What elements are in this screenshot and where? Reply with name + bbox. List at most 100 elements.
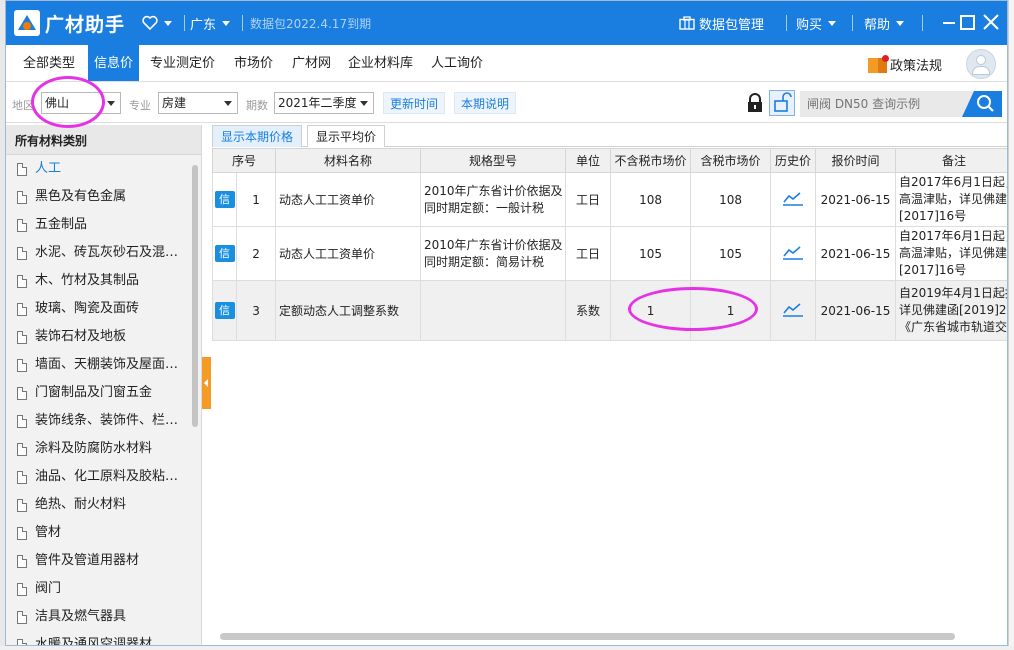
divider <box>786 15 787 31</box>
table-header-row: 序号 材料名称 规格型号 单位 不含税市场价 含税市场价 历史价 报价时间 备注 <box>212 148 1007 173</box>
buy-menu[interactable]: 购买 <box>796 1 837 45</box>
sidebar-scrollbar[interactable] <box>192 165 198 427</box>
material-name: 动态人工工资单价 <box>275 226 422 281</box>
price-inc-tax: 108 <box>690 172 772 227</box>
note-line: 《广东省城市轨道交 <box>899 320 1008 334</box>
search-input[interactable] <box>800 91 960 117</box>
filter-bar: 地区 佛山 专业 房建 期数 2021年二季度 更新时间 本期说明 <box>6 83 1007 123</box>
sidebar-item[interactable]: 油品、化工原料及胶粘… <box>6 463 190 491</box>
sidebar-item[interactable]: 五金制品 <box>6 211 190 239</box>
note-line: 高温津贴，详见佛建 <box>899 192 1008 206</box>
note-line: 详见佛建函[2019]23 <box>899 303 1008 317</box>
avatar[interactable] <box>966 49 996 79</box>
policy-link[interactable]: 政策法规 <box>868 53 942 75</box>
sidebar-item[interactable]: 阀门 <box>6 575 190 603</box>
document-icon <box>17 471 27 484</box>
sidebar-item-label: 洁具及燃气器具 <box>35 609 127 624</box>
sidebar-item[interactable]: 人工 <box>6 155 190 183</box>
sidebar-item[interactable]: 装饰线条、装饰件、栏… <box>6 407 190 435</box>
chevron-down-icon <box>164 20 172 26</box>
divider <box>184 15 185 31</box>
data-pack-expiry: 数据包2022.4.17到期 <box>250 16 372 31</box>
document-icon <box>17 527 27 540</box>
divider <box>242 15 243 31</box>
document-icon <box>17 219 27 232</box>
material-name: 定额动态人工调整系数 <box>275 280 422 341</box>
document-icon <box>17 415 27 428</box>
sidebar-item[interactable]: 水暖及通风空调器材 <box>6 631 190 645</box>
row-number: 2 <box>235 226 277 281</box>
note-line: 自2017年6月1日起， <box>899 175 1008 189</box>
table-row[interactable]: 信 2 动态人工工资单价 2010年广东省计价依据及 同时期定额：简易计税 工日 … <box>212 226 1007 281</box>
sidebar-item[interactable]: 绝热、耐火材料 <box>6 491 190 519</box>
maximize-icon[interactable] <box>960 15 975 30</box>
sidebar-item[interactable]: 涂料及防腐防水材料 <box>6 435 190 463</box>
unlock-icon[interactable] <box>769 90 795 116</box>
sidebar-item-label: 油品、化工原料及胶粘… <box>35 469 179 484</box>
sidebar-item-label: 黑色及有色金属 <box>35 189 127 204</box>
price-inc-tax: 105 <box>690 226 772 281</box>
sidebar-collapse-handle[interactable] <box>202 357 211 409</box>
briefcase-icon <box>679 16 695 30</box>
sidebar-item[interactable]: 门窗制品及门窗五金 <box>6 379 190 407</box>
sidebar-item[interactable]: 洁具及燃气器具 <box>6 603 190 631</box>
search-button[interactable] <box>962 91 1002 117</box>
document-icon <box>17 303 27 316</box>
trend-chart-icon[interactable] <box>782 244 804 260</box>
app-name: 广材助手 <box>45 13 126 36</box>
sidebar-item[interactable]: 黑色及有色金属 <box>6 183 190 211</box>
sidebar-item[interactable]: 木、竹材及其制品 <box>6 267 190 295</box>
column-header: 单位 <box>565 148 612 173</box>
trend-chart-icon[interactable] <box>782 190 804 206</box>
help-menu[interactable]: 帮助 <box>864 1 905 45</box>
sidebar-item[interactable]: 墙面、天棚装饰及屋面… <box>6 351 190 379</box>
tab-info-price[interactable]: 信息价 <box>88 45 140 81</box>
document-icon <box>17 555 27 568</box>
tab-average-price[interactable]: 显示平均价 <box>307 125 386 147</box>
sidebar-item[interactable]: 管材 <box>6 519 190 547</box>
minimize-icon[interactable] <box>943 22 955 24</box>
tab-labor-inquiry[interactable]: 人工询价 <box>425 45 489 81</box>
horizontal-scrollbar[interactable] <box>220 633 955 640</box>
sidebar-item[interactable]: 玻璃、陶瓷及面砖 <box>6 295 190 323</box>
tab-material-network[interactable]: 广材网 <box>286 45 337 81</box>
sidebar-item[interactable]: 装饰石材及地板 <box>6 323 190 351</box>
sidebar-item-label: 装饰线条、装饰件、栏… <box>35 413 179 428</box>
tab-all-types[interactable]: 全部类型 <box>17 45 81 81</box>
tab-enterprise-library[interactable]: 企业材料库 <box>342 45 419 81</box>
document-icon <box>17 443 27 456</box>
document-icon <box>17 499 27 512</box>
column-header: 不含税市场价 <box>610 148 692 173</box>
major-select[interactable]: 房建 <box>158 92 238 114</box>
trend-chart-icon[interactable] <box>782 301 804 317</box>
lock-icon[interactable] <box>746 93 764 113</box>
note-cell: 自2019年4月1日起执 详见佛建函[2019]23 《广东省城市轨道交 <box>895 280 1008 341</box>
book-icon <box>868 55 889 73</box>
tab-current-price[interactable]: 显示本期价格 <box>212 125 303 147</box>
info-badge: 信 <box>214 245 235 262</box>
period-note-button[interactable]: 本期说明 <box>454 92 517 114</box>
favorites-menu[interactable] <box>142 1 172 45</box>
table-row[interactable]: 信 1 动态人工工资单价 2010年广东省计价依据及 同时期定额：一般计税 工日 … <box>212 172 1008 227</box>
sidebar-item[interactable]: 管件及管道用器材 <box>6 547 190 575</box>
chevron-down-icon <box>224 101 232 106</box>
update-time-button[interactable]: 更新时间 <box>383 92 446 114</box>
document-icon <box>17 359 27 372</box>
price-view-tabs: 显示本期价格 显示平均价 <box>212 125 1007 147</box>
sidebar-item[interactable]: 水泥、砖瓦灰砂石及混… <box>6 239 190 267</box>
close-icon[interactable] <box>982 13 1000 31</box>
tab-professional-price[interactable]: 专业测定价 <box>144 45 221 81</box>
tab-market-price[interactable]: 市场价 <box>228 45 279 81</box>
history-cell <box>770 172 817 227</box>
table-row[interactable]: 信 3 定额动态人工调整系数 系数 1 1 2021-06-15 自2019年4… <box>212 280 1008 341</box>
history-cell <box>770 280 817 341</box>
source-cell: 信 <box>212 226 237 281</box>
data-pack-manage-button[interactable]: 数据包管理 <box>679 1 764 45</box>
period-select[interactable]: 2021年二季度 <box>274 92 374 114</box>
region-selector[interactable]: 广东 <box>190 1 231 45</box>
divider <box>922 15 923 31</box>
column-header: 材料名称 <box>275 148 422 173</box>
history-cell <box>770 226 817 281</box>
main-tabs: 全部类型 信息价 专业测定价 市场价 广材网 企业材料库 人工询价 政策法规 <box>6 45 1007 82</box>
region-select[interactable]: 佛山 <box>41 92 121 114</box>
